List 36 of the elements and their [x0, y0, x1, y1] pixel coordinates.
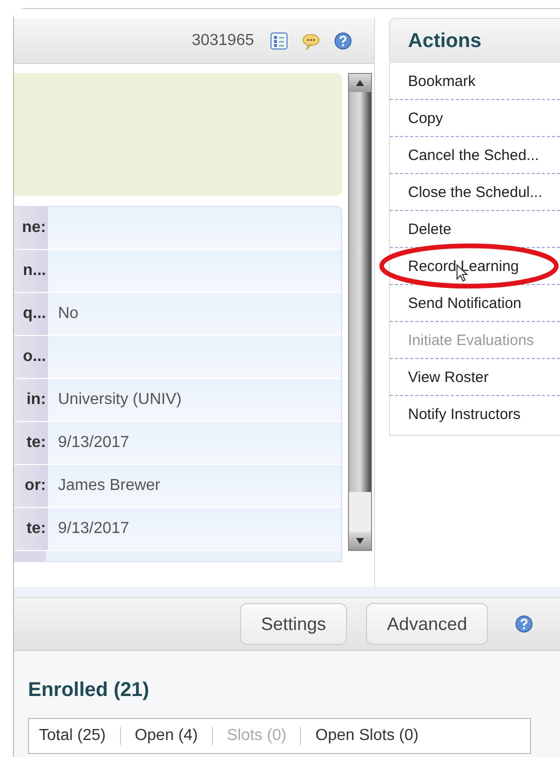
scrollbar[interactable]	[348, 73, 372, 551]
action-link[interactable]: Copy	[408, 110, 444, 126]
stat-link[interactable]: Open Slots (0)	[315, 727, 419, 745]
help-icon[interactable]	[334, 32, 352, 50]
help-icon[interactable]	[515, 615, 534, 633]
field-label: te:	[14, 508, 48, 550]
stat-link[interactable]: Total (25)	[39, 727, 106, 745]
field-label: in:	[14, 379, 48, 421]
up-arrow-icon[interactable]	[356, 80, 364, 86]
field-label: te:	[14, 422, 48, 464]
field-label: q...	[14, 293, 48, 335]
action-link[interactable]: Cancel the Sched...	[408, 146, 539, 164]
speech-bubble-icon[interactable]	[302, 32, 320, 50]
down-arrow-icon[interactable]	[356, 538, 364, 544]
field-value: University (UNIV)	[48, 379, 341, 421]
field-label: ne:	[14, 207, 48, 249]
action-link[interactable]: View Roster	[408, 368, 489, 386]
action-link[interactable]: Delete	[408, 220, 452, 238]
field-label: o...	[14, 336, 48, 378]
action-link[interactable]: Close the Schedul...	[408, 184, 542, 200]
section-title: Enrolled (21)	[28, 679, 150, 702]
panel-title: Actions	[390, 19, 560, 63]
list-icon[interactable]	[270, 32, 288, 50]
field-label: or:	[14, 465, 48, 507]
toolbar-button[interactable]: Settings	[240, 603, 348, 645]
field-value: 9/13/2017	[48, 508, 341, 550]
field-label: n...	[14, 250, 48, 292]
field-value: 9/13/2017	[48, 422, 341, 464]
field-value: James Brewer	[48, 465, 341, 507]
action-link[interactable]: Send Notification	[408, 294, 522, 312]
action-link[interactable]: Notify Instructors	[408, 406, 521, 422]
record-id: 3031965	[192, 32, 254, 50]
toolbar-button[interactable]: Advanced	[366, 603, 488, 645]
field-value: No	[48, 293, 341, 335]
stat-link[interactable]: Open (4)	[134, 727, 198, 745]
action-link[interactable]: Bookmark	[408, 72, 476, 90]
